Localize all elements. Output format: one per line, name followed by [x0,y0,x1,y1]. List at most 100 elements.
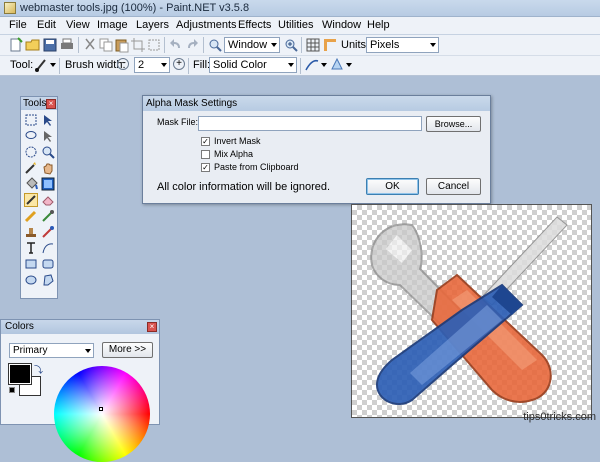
toolbar-separator [203,37,204,53]
cancel-button[interactable]: Cancel [426,178,481,195]
primary-secondary-combo[interactable]: Primary [9,343,94,358]
menu-file[interactable]: File [6,19,30,31]
line-curve-icon[interactable] [41,241,55,255]
dialog-title: Alpha Mask Settings [146,98,238,109]
watermark-text: tips0tricks.com [523,411,596,423]
paintbrush-tool-icon[interactable] [24,193,38,207]
browse-button[interactable]: Browse... [426,116,481,132]
tools-illustration [370,216,568,405]
close-icon[interactable]: × [46,99,56,109]
color-wheel-cursor[interactable] [99,407,103,411]
redo-icon[interactable] [184,37,200,53]
toolbar-separator [164,37,165,53]
toolbar-separator [300,58,301,74]
mask-file-input[interactable] [198,116,422,131]
primary-color-swatch[interactable] [8,363,32,385]
fill-combo[interactable]: Solid Color [209,57,297,73]
crop-icon[interactable] [130,37,146,53]
tool-options-bar: Tool: Brush width: − 2 + Fill: Solid Col… [0,56,600,76]
save-icon[interactable] [42,37,58,53]
recolor-icon[interactable] [41,225,55,239]
pan-icon[interactable] [41,161,55,175]
fill-value: Solid Color [213,59,267,71]
ruler-icon[interactable] [322,37,338,53]
image-canvas[interactable] [351,204,592,418]
menu-window[interactable]: Window [319,19,364,31]
more-button[interactable]: More >> [102,342,153,358]
cut-icon[interactable] [82,37,98,53]
chevron-down-icon[interactable] [346,63,352,67]
ellipse-select-icon[interactable] [24,145,38,159]
chevron-down-icon[interactable] [321,63,327,67]
menu-layers[interactable]: Layers [133,19,172,31]
zoom-window-combo[interactable]: Window [224,37,280,53]
swap-colors-icon[interactable]: ⤵ [34,363,43,376]
undo-icon[interactable] [168,37,184,53]
menu-image[interactable]: Image [94,19,131,31]
paint-bucket-icon[interactable] [24,177,38,191]
toolbar-separator [301,37,302,53]
reset-colors-icon[interactable] [9,387,15,393]
paste-clipboard-checkbox[interactable]: ✓ [201,163,210,172]
gradient-icon[interactable] [41,177,55,191]
menu-utilities[interactable]: Utilities [275,19,316,31]
invert-mask-checkbox[interactable]: ✓ [201,137,210,146]
ok-button[interactable]: OK [366,178,419,195]
new-file-icon[interactable] [8,37,24,53]
blend-mode-icon[interactable] [329,57,345,73]
colors-panel-title: Colors [5,321,34,332]
app-icon [4,2,16,14]
clone-stamp-icon[interactable] [24,225,38,239]
chevron-down-icon[interactable] [50,63,56,67]
color-wheel[interactable] [54,366,150,462]
open-folder-icon[interactable] [25,37,41,53]
move-pixels-icon[interactable] [41,129,55,143]
window-title: webmaster tools.jpg (100%) - Paint.NET v… [20,2,250,14]
zoom-in-icon[interactable] [283,37,299,53]
move-selection-icon[interactable] [41,113,55,127]
toolbar-separator [78,37,79,53]
color-picker-icon[interactable] [41,209,55,223]
brush-width-combo[interactable]: 2 [134,57,170,73]
eraser-icon[interactable] [41,193,55,207]
close-icon[interactable]: × [147,322,157,332]
paintbrush-icon[interactable] [33,57,49,73]
chevron-down-icon [430,43,436,47]
zoom-window-value: Window [228,39,268,51]
paste-icon[interactable] [114,37,130,53]
rounded-rectangle-icon[interactable] [41,257,55,271]
checkmark-icon: ✓ [202,137,209,146]
increase-icon[interactable]: + [173,58,185,70]
menu-help[interactable]: Help [364,19,393,31]
mix-alpha-label: Mix Alpha [214,149,254,159]
units-label: Units: [341,39,370,51]
menu-adjustments[interactable]: Adjustments [173,19,240,31]
antialias-icon[interactable] [304,57,320,73]
toolbar-separator [59,58,60,74]
menu-effects[interactable]: Effects [235,19,274,31]
toolbar-separator [188,58,189,74]
copy-icon[interactable] [98,37,114,53]
window-view-icon[interactable] [207,37,223,53]
text-icon[interactable] [24,241,38,255]
menu-edit[interactable]: Edit [34,19,59,31]
units-combo[interactable]: Pixels [366,37,439,53]
mask-file-label: Mask File: [157,117,199,127]
rectangle-icon[interactable] [24,257,38,271]
magic-wand-icon[interactable] [24,161,38,175]
main-toolbar: Window Units: Pixels [0,35,600,56]
chevron-down-icon [271,43,277,47]
zoom-icon[interactable] [41,145,55,159]
menu-view[interactable]: View [63,19,93,31]
lasso-icon[interactable] [24,129,38,143]
freeform-shape-icon[interactable] [41,273,55,287]
rectangle-select-icon[interactable] [24,113,38,127]
decrease-icon[interactable]: − [117,58,129,70]
deselect-icon[interactable] [146,37,162,53]
ellipse-icon[interactable] [24,273,38,287]
pencil-icon[interactable] [24,209,38,223]
grid-icon[interactable] [305,37,321,53]
print-icon[interactable] [59,37,75,53]
dialog-title-bar: Alpha Mask Settings [143,96,490,111]
mix-alpha-checkbox[interactable] [201,150,210,159]
